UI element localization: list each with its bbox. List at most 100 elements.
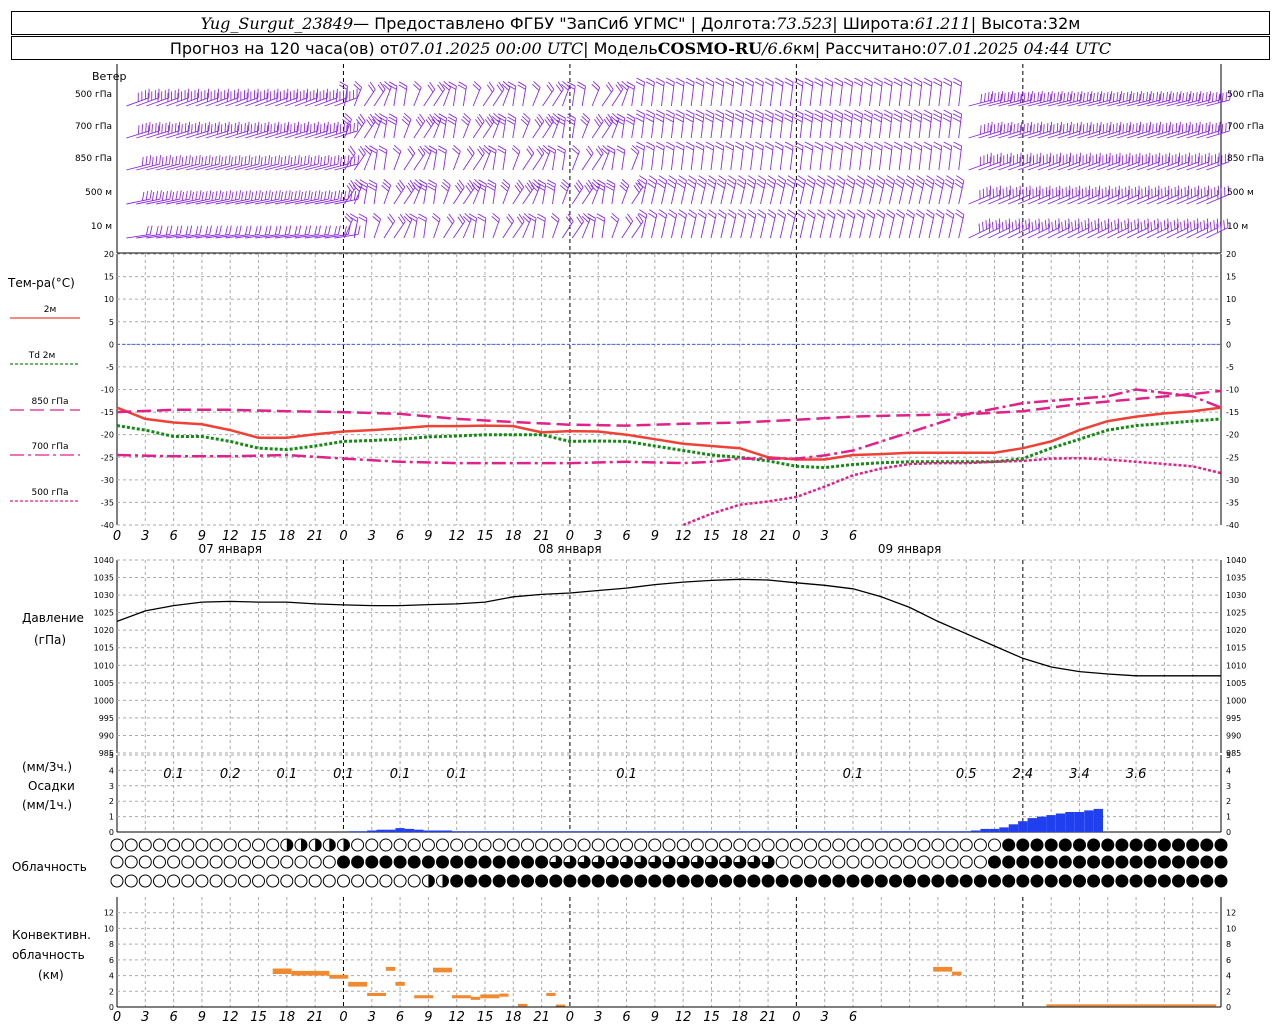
pressure-line [116,578,1221,677]
wind-barb [609,112,620,139]
y-grid: 985 985990 990995 9951000 10001005 10051010 10… [94,556,1247,758]
wind-barb [367,179,378,205]
x-tick: 6 [169,1010,177,1024]
wind-barb [665,109,675,139]
wind-barb [136,88,160,107]
wind-barb [175,88,200,107]
wind-barb [756,175,767,205]
precip-bar [555,831,566,832]
wind-barb [883,109,893,139]
wind-barb [716,175,727,205]
wind-barb [873,141,883,171]
wind-barb [457,81,467,107]
wind-barb [1047,152,1071,171]
precip-bar [829,831,839,832]
y-tick-right: -15 [1226,408,1239,417]
wind-barb [804,77,814,107]
cloud-cover-symbol [1186,874,1200,888]
wind-barb [863,141,873,171]
wind-barb [1146,185,1170,205]
y-tick-right: 0 [1226,340,1231,349]
wind-barb [804,141,814,171]
wind-barb [924,175,935,205]
cloud-cover-symbol [223,874,237,888]
cloud-cover-symbol [634,874,648,888]
wind-barb [472,145,485,171]
wind-barb [903,77,913,107]
wind-barb [814,77,824,107]
wind-barb [1067,185,1091,205]
wind-barb [954,175,965,205]
cloud-cover-symbol [337,855,350,869]
x-tick: 6 [849,1010,857,1024]
precip-bar [1046,815,1056,832]
precip-bar [961,831,971,832]
wind-barb [727,209,737,239]
wind-barb [619,179,630,205]
cloud-cover-symbol [506,855,520,869]
wind-barb [536,179,547,205]
conv-bar [385,966,396,971]
wind-barb [492,81,505,107]
conv-bar [518,1003,528,1007]
x-tick: 15 [477,529,494,544]
wind-barb [665,77,675,107]
wind-barb [714,109,725,139]
wind-barb [1136,152,1161,171]
x-tick: 21 [760,1010,777,1024]
wind-barb [156,88,180,107]
y-tick-right: 10 [1226,924,1236,933]
cloud-cover-symbol [761,874,775,888]
x-tick: 6 [169,529,177,544]
y-tick-left: -30 [101,476,114,485]
cloud-cover-symbol [181,838,195,852]
precip-bar [367,830,377,832]
wind-barb [382,80,392,107]
precip-bar [527,831,537,832]
wind-barb [932,109,943,139]
cloud-cover-symbol [1200,855,1214,869]
temp-series-line [116,389,1222,427]
wind-barb [715,77,725,107]
wind-barb [764,109,774,139]
x-tick: 12 [675,1010,692,1024]
cloud-cover-symbol [365,838,379,852]
panel-2 [116,560,1222,753]
x-tick: 3 [368,1010,376,1024]
conv-bar [414,995,434,999]
cloud-cover-symbol [676,838,690,852]
wind-barb [647,175,658,205]
cloud-cover-symbol [945,838,959,852]
wind-barb [824,141,834,171]
cloud-cover-symbol [181,855,195,869]
wind-barb [542,81,555,107]
cloud-cover-symbol [1101,838,1115,852]
wind-barb [447,81,457,107]
wind-barb [560,178,570,205]
cloud-cover-symbol [464,855,478,869]
cloud-cover-symbol [620,838,633,852]
cloud-cover-symbol [1016,855,1030,869]
cloud-cover-symbol [973,874,987,888]
cloud-cover-symbol [1087,874,1101,888]
cloud-cover-symbol [393,874,407,888]
temp-series-line [682,456,1222,527]
x-tick: 12 [448,529,465,544]
wind-barb [942,77,953,107]
wind-barb [506,113,517,139]
cloud-cover-symbol [719,838,733,852]
cloud-cover-symbol [365,874,379,888]
y-tick-right: -5 [1226,363,1234,372]
x-tick: 15 [703,1010,720,1024]
cloud-cover-symbol [959,838,973,852]
cloud-cover-symbol [1214,874,1228,888]
cloud-cover-symbol [223,838,237,852]
precip-total-label: 0.1 [390,767,411,782]
wind-barb [372,112,382,139]
cloud-cover-symbol [237,855,251,869]
cloud-cover-symbol [620,874,633,888]
wind-barb [580,112,591,139]
pressure-unit: (гПа) [34,633,66,647]
wind-barb [1136,185,1160,205]
y-tick-right: 1000 [1226,696,1246,705]
